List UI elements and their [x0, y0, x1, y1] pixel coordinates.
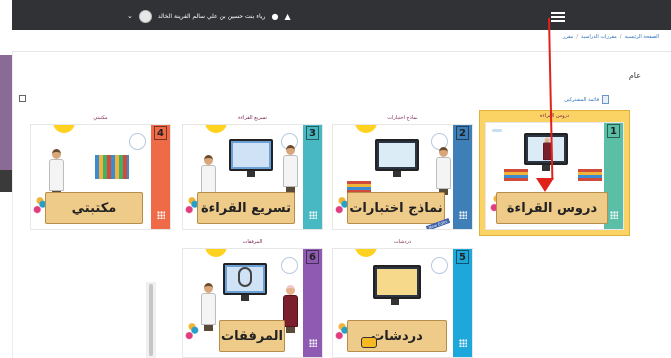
books-icon [578, 169, 602, 181]
dots-icon [309, 211, 317, 219]
sun-icon [355, 249, 377, 257]
chat-bubble-icon [361, 337, 377, 348]
card-desk: المرفقات [219, 320, 285, 352]
card-thumbnail[interactable]: 1 دروس القراءة [485, 122, 624, 230]
dots-icon [459, 339, 467, 347]
card-chats[interactable]: دردشات 5 دردشات [330, 237, 475, 358]
card-title[interactable]: المرفقات [180, 237, 325, 247]
card-number: 6 [306, 250, 319, 264]
card-label: المرفقات [221, 328, 283, 344]
card-title[interactable]: نماذج اختبارات [330, 113, 475, 123]
top-navbar: ⌄ رياء بنت حسين بن علي سالم الفرينة الخا… [12, 0, 671, 30]
sun-icon [53, 125, 75, 133]
breadcrumb-course[interactable]: مقرر [563, 34, 573, 40]
card-number: 4 [154, 126, 167, 140]
card-number: 5 [456, 250, 469, 264]
card-thumbnail[interactable]: 2 نماذج اختبارات New Edits [332, 124, 473, 230]
dots-icon [157, 211, 165, 219]
student-illustration [283, 145, 298, 193]
clock-icon [129, 133, 146, 150]
card-attachments[interactable]: المرفقات 6 المرفقات [180, 237, 325, 358]
sun-icon [355, 125, 377, 133]
avatar[interactable] [138, 9, 152, 23]
card-thumbnail[interactable]: 5 دردشات [332, 248, 473, 358]
hamburger-icon[interactable] [551, 12, 565, 24]
card-title[interactable]: دردشات [330, 237, 475, 247]
card-label: تسريع القراءة [200, 200, 292, 216]
bookshelf-icon [95, 155, 129, 179]
card-title[interactable]: مكتبتي [28, 113, 173, 123]
user-name[interactable]: رياء بنت حسين بن علي سالم الفرينة الخالد [158, 13, 266, 20]
teacher-illustration [543, 137, 552, 163]
sun-icon [205, 249, 227, 257]
card-label: مكتبتي [71, 200, 117, 216]
section-title: عام [628, 71, 641, 80]
breadcrumb-courses[interactable]: مقررات الدراسية [581, 34, 617, 40]
card-label: نماذج اختبارات [349, 200, 443, 216]
breadcrumb-home[interactable]: الصفحة الرئيسية [625, 34, 660, 40]
card-speed-reading[interactable]: تسريع القراءة 3 تسريع القراءة [180, 113, 325, 230]
plant-icon [185, 323, 199, 341]
completion-checkbox[interactable] [19, 95, 26, 102]
card-label: دروس القراءة [506, 200, 598, 216]
bell-icon[interactable]: ▲ [284, 12, 290, 21]
breadcrumb: الصفحة الرئيسية/مقررات الدراسية/مقرر [562, 34, 660, 40]
scrollbar-thumb[interactable] [149, 284, 153, 356]
card-number: 2 [456, 126, 469, 140]
student-illustration [436, 147, 451, 195]
card-title[interactable]: تسريع القراءة [180, 113, 325, 123]
student-illustration [49, 149, 64, 197]
card-reading-lessons[interactable]: دروس القراءة 1 دروس القراءة [479, 110, 630, 236]
dots-icon [459, 211, 467, 219]
monitor-icon [375, 139, 419, 177]
card-thumbnail[interactable]: 6 المرفقات [182, 248, 323, 358]
monitor-icon [373, 265, 421, 305]
cloud-icon [492, 129, 502, 132]
card-my-library[interactable]: مكتبتي 4 مكتبتي [28, 113, 173, 230]
participants-link[interactable]: قائمة المشتركين [564, 95, 609, 104]
sun-icon [205, 125, 227, 133]
student-illustration [283, 285, 298, 333]
card-desk: دروس القراءة [496, 192, 608, 224]
file-icon [602, 95, 609, 104]
books-icon [504, 169, 528, 181]
left-edge-dark [0, 170, 12, 192]
dots-icon [610, 211, 618, 219]
clock-icon [431, 257, 448, 274]
card-title[interactable]: دروس القراءة [480, 111, 629, 121]
card-number: 3 [306, 126, 319, 140]
breadcrumb-bar: الصفحة الرئيسية/مقررات الدراسية/مقرر [12, 30, 671, 52]
left-edge-top [0, 0, 12, 45]
monitor-icon [229, 139, 273, 177]
card-number: 1 [607, 124, 620, 138]
card-desk: نماذج اختبارات [347, 192, 445, 224]
student-illustration [201, 283, 216, 331]
annotation-arrow-head [536, 178, 554, 192]
participants-link-label[interactable]: قائمة المشتركين [564, 97, 599, 103]
clock-icon [281, 257, 298, 274]
card-thumbnail[interactable]: 3 تسريع القراءة [182, 124, 323, 230]
card-exam-models[interactable]: نماذج اختبارات 2 نماذج اختبارات New Edit… [330, 113, 475, 230]
paperclip-icon [238, 267, 252, 287]
card-thumbnail[interactable]: 4 مكتبتي [30, 124, 171, 230]
chat-icon[interactable]: ● [271, 12, 278, 21]
chevron-down-icon[interactable]: ⌄ [127, 12, 133, 20]
dots-icon [309, 339, 317, 347]
card-desk: تسريع القراءة [197, 192, 295, 224]
user-menu[interactable]: ⌄ رياء بنت حسين بن علي سالم الفرينة الخا… [127, 9, 291, 23]
card-desk: مكتبتي [45, 192, 143, 224]
